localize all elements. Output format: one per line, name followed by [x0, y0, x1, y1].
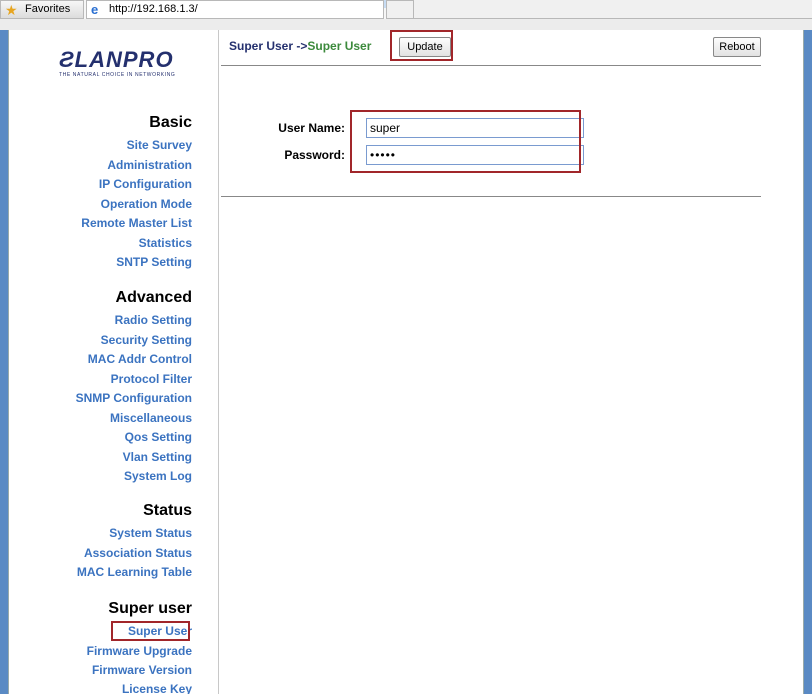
- nav-section-advanced: Advanced: [115, 289, 192, 306]
- password-input[interactable]: [366, 145, 584, 165]
- tab-strip-lower: [0, 19, 812, 30]
- star-icon: ★: [5, 2, 18, 18]
- lanpro-logo: ƧLANPRO THE NATURAL CHOICE IN NETWORKING: [59, 47, 189, 79]
- breadcrumb-current: Super User: [307, 39, 372, 53]
- nav-site-survey[interactable]: Site Survey: [127, 137, 192, 153]
- page-frame: ƧLANPRO THE NATURAL CHOICE IN NETWORKING…: [8, 30, 804, 694]
- favorites-label: Favorites: [25, 3, 71, 15]
- reboot-button[interactable]: Reboot: [713, 37, 761, 57]
- nav-system-status[interactable]: System Status: [109, 525, 192, 541]
- browser-icon: e: [91, 2, 99, 17]
- nav-mac-learning-table[interactable]: MAC Learning Table: [77, 564, 192, 580]
- nav-radio-setting[interactable]: Radio Setting: [115, 312, 192, 328]
- tab-strip: [414, 0, 812, 19]
- nav-association-status[interactable]: Association Status: [84, 545, 192, 561]
- nav-section-basic: Basic: [149, 114, 192, 131]
- main-content: Super User ->Super User Update Reboot Us…: [221, 30, 803, 694]
- breadcrumb: Super User ->Super User: [229, 39, 371, 53]
- nav-administration[interactable]: Administration: [107, 157, 192, 173]
- nav-security-setting[interactable]: Security Setting: [101, 332, 192, 348]
- nav-firmware-version[interactable]: Firmware Version: [92, 662, 192, 678]
- nav-super-user[interactable]: Super User: [128, 623, 192, 639]
- nav-section-super-user: Super user: [108, 600, 192, 617]
- sidebar: ƧLANPRO THE NATURAL CHOICE IN NETWORKING…: [9, 30, 219, 694]
- nav-qos-setting[interactable]: Qos Setting: [125, 429, 192, 445]
- favorites-button[interactable]: ★ Favorites: [0, 0, 84, 19]
- nav-protocol-filter[interactable]: Protocol Filter: [111, 371, 192, 387]
- browser-toolbar: ★ Favorites e http://192.168.1.3/: [0, 0, 812, 30]
- nav-sntp-setting[interactable]: SNTP Setting: [116, 254, 192, 270]
- logo-text: ƧLANPRO: [59, 47, 174, 72]
- nav-license-key[interactable]: License Key: [122, 681, 192, 694]
- browser-tab[interactable]: e http://192.168.1.3/: [86, 0, 384, 19]
- nav-statistics[interactable]: Statistics: [139, 235, 192, 251]
- breadcrumb-prefix: Super User ->: [229, 39, 308, 53]
- nav-operation-mode[interactable]: Operation Mode: [101, 196, 192, 212]
- nav-vlan-setting[interactable]: Vlan Setting: [123, 449, 192, 465]
- nav-miscellaneous[interactable]: Miscellaneous: [110, 410, 192, 426]
- tab-url: http://192.168.1.3/: [109, 3, 198, 15]
- nav-snmp-configuration[interactable]: SNMP Configuration: [76, 390, 192, 406]
- update-button[interactable]: Update: [399, 37, 451, 57]
- nav-section-status: Status: [143, 502, 192, 519]
- nav-firmware-upgrade[interactable]: Firmware Upgrade: [87, 643, 192, 659]
- new-tab-button[interactable]: [386, 0, 414, 19]
- nav-ip-configuration[interactable]: IP Configuration: [99, 176, 192, 192]
- divider: [221, 65, 761, 66]
- nav-system-log[interactable]: System Log: [124, 468, 192, 484]
- logo-tagline: THE NATURAL CHOICE IN NETWORKING: [59, 72, 176, 78]
- divider: [221, 196, 761, 197]
- nav-mac-addr-control[interactable]: MAC Addr Control: [88, 351, 192, 367]
- password-label: Password:: [284, 148, 345, 162]
- username-label: User Name:: [278, 121, 345, 135]
- username-input[interactable]: [366, 118, 584, 138]
- nav-remote-master-list[interactable]: Remote Master List: [81, 215, 192, 231]
